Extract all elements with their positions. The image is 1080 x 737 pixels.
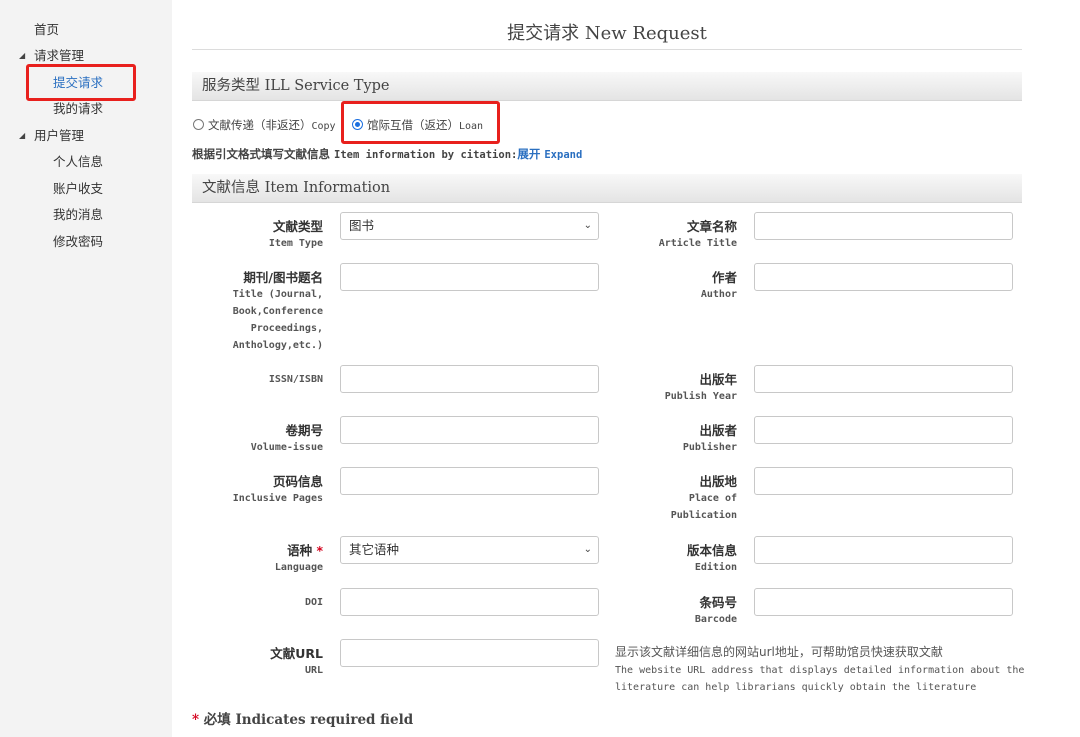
edition-label: 版本信息 Edition [686, 543, 737, 573]
url-input[interactable] [340, 639, 599, 667]
nav-user-management[interactable]: ◢ 用户管理 [19, 126, 84, 146]
caret-down-icon: ◢ [19, 51, 26, 60]
nav-submit-request[interactable]: 提交请求 [53, 73, 103, 93]
pages-input[interactable] [340, 467, 599, 495]
volume-label: 卷期号 Volume-issue [250, 423, 323, 453]
radio-copy[interactable] [193, 119, 204, 130]
doi-input[interactable] [340, 588, 599, 616]
article-title-input[interactable] [754, 212, 1013, 240]
required-field-note: * 必填 Indicates required field [192, 712, 414, 728]
nav-request-management[interactable]: ◢ 请求管理 [19, 46, 84, 66]
author-input[interactable] [754, 263, 1013, 291]
journal-title-input[interactable] [340, 263, 599, 291]
publisher-input[interactable] [754, 416, 1013, 444]
publish-year-input[interactable] [754, 365, 1013, 393]
issn-label: ISSN/ISBN [268, 374, 323, 385]
item-information-header: 文献信息 Item Information [192, 174, 1022, 203]
place-input[interactable] [754, 467, 1013, 495]
chevron-down-icon: ⌄ [583, 220, 592, 231]
page-title: 提交请求 New Request [507, 23, 707, 44]
nav-account[interactable]: 账户收支 [53, 179, 103, 199]
barcode-label: 条码号 Barcode [694, 595, 737, 625]
barcode-input[interactable] [754, 588, 1013, 616]
nav-personal-info[interactable]: 个人信息 [53, 152, 103, 172]
expand-link[interactable]: 展开 Expand [517, 147, 582, 161]
radio-copy-label[interactable]: 文献传递（非返还）Copy [208, 117, 336, 133]
item-type-label: 文献类型 Item Type [268, 219, 323, 249]
nav-change-password[interactable]: 修改密码 [53, 232, 103, 252]
url-label: 文献URL URL [270, 646, 323, 676]
caret-down-icon: ◢ [19, 131, 26, 140]
volume-input[interactable] [340, 416, 599, 444]
item-type-select[interactable]: 图书 ⌄ [340, 212, 599, 240]
nav-home[interactable]: 首页 [34, 20, 59, 40]
pages-label: 页码信息 Inclusive Pages [232, 474, 323, 504]
publisher-label: 出版者 Publisher [682, 423, 737, 453]
doi-label: DOI [304, 597, 323, 608]
language-label: 语种 * Language [274, 543, 323, 573]
author-label: 作者 Author [700, 270, 737, 300]
chevron-down-icon: ⌄ [583, 544, 592, 555]
language-select[interactable]: 其它语种 ⌄ [340, 536, 599, 564]
publish-year-label: 出版年 Publish Year [664, 372, 737, 402]
place-label: 出版地 Place of Publication [670, 474, 737, 521]
issn-input[interactable] [340, 365, 599, 393]
edition-input[interactable] [754, 536, 1013, 564]
sidebar: 首页 ◢ 请求管理 提交请求 我的请求 ◢ 用户管理 个人信息 账户收支 我的消… [0, 0, 172, 737]
title-divider [192, 49, 1022, 50]
nav-messages[interactable]: 我的消息 [53, 205, 103, 225]
required-star: * [316, 543, 323, 558]
journal-title-label: 期刊/图书题名 Title (Journal, Book,Conference … [232, 270, 323, 351]
article-title-label: 文章名称 Article Title [658, 219, 737, 249]
service-type-header: 服务类型 ILL Service Type [192, 72, 1022, 101]
main-content: 提交请求 New Request 服务类型 ILL Service Type 文… [192, 0, 1025, 737]
highlight-box-loan [341, 101, 500, 144]
nav-my-requests[interactable]: 我的请求 [53, 99, 103, 119]
citation-row: 根据引文格式填写文献信息 Item information by citatio… [192, 147, 583, 161]
url-hint: 显示该文献详细信息的网站url地址，可帮助馆员快速获取文献 The websit… [615, 645, 1025, 693]
